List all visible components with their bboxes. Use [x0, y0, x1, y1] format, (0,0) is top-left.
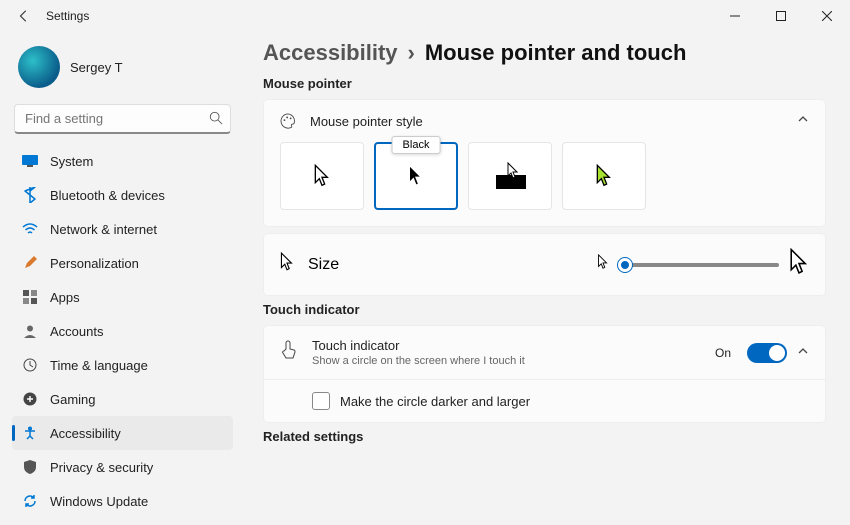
touch-indicator-header[interactable]: Touch indicator Show a circle on the scr… [264, 326, 825, 379]
sidebar-item-gaming[interactable]: Gaming [12, 382, 233, 416]
wifi-icon [22, 221, 38, 237]
title-bar: Settings [0, 0, 850, 32]
sidebar-item-label: Network & internet [50, 222, 157, 237]
user-name: Sergey T [70, 60, 123, 75]
touch-option-checkbox[interactable] [312, 392, 330, 410]
search-input[interactable] [14, 104, 231, 134]
avatar [18, 46, 60, 88]
clock-icon [22, 357, 38, 373]
minimize-button[interactable] [712, 0, 758, 32]
touch-icon [280, 340, 298, 365]
pointer-style-black[interactable]: Black [374, 142, 458, 210]
sidebar-item-apps[interactable]: Apps [12, 280, 233, 314]
breadcrumb-separator: › [408, 40, 415, 66]
sidebar-item-label: Accessibility [50, 426, 121, 441]
maximize-button[interactable] [758, 0, 804, 32]
toggle-state: On [715, 346, 731, 360]
chevron-down-icon [797, 344, 809, 362]
sidebar-item-label: Windows Update [50, 494, 148, 509]
search-icon [209, 111, 223, 130]
sidebar-item-label: Accounts [50, 324, 103, 339]
sidebar-item-label: Privacy & security [50, 460, 153, 475]
accessibility-icon [22, 425, 38, 441]
user-icon [22, 323, 38, 339]
close-button[interactable] [804, 0, 850, 32]
pointer-size-card: Size [263, 233, 826, 296]
pointer-style-white[interactable] [280, 142, 364, 210]
system-icon [22, 153, 38, 169]
apps-icon [22, 289, 38, 305]
profile[interactable]: Sergey T [12, 40, 233, 102]
pointer-style-card: Mouse pointer style Black [263, 99, 826, 227]
window-title: Settings [46, 9, 89, 23]
touch-title: Touch indicator [312, 338, 525, 353]
pointer-style-label: Mouse pointer style [310, 114, 423, 129]
chevron-up-icon [797, 112, 809, 130]
section-touch-indicator: Touch indicator [263, 302, 826, 317]
sidebar-item-accessibility[interactable]: Accessibility [12, 416, 233, 450]
sidebar-item-label: Time & language [50, 358, 148, 373]
pointer-style-inverted[interactable] [468, 142, 552, 210]
sidebar: Sergey T System Bluetooth & devices Netw… [0, 32, 245, 525]
touch-indicator-card: Touch indicator Show a circle on the scr… [263, 325, 826, 423]
sidebar-item-privacy[interactable]: Privacy & security [12, 450, 233, 484]
section-related: Related settings [263, 429, 826, 444]
sidebar-item-label: System [50, 154, 93, 169]
brush-icon [22, 255, 38, 271]
sidebar-item-label: Gaming [50, 392, 96, 407]
window-controls [712, 0, 850, 32]
size-slider[interactable] [619, 263, 779, 267]
section-mouse-pointer: Mouse pointer [263, 76, 826, 91]
touch-toggle[interactable] [747, 343, 787, 363]
size-label: Size [308, 256, 339, 274]
content-area: Accessibility › Mouse pointer and touch … [245, 32, 850, 525]
breadcrumb: Accessibility › Mouse pointer and touch [263, 40, 826, 66]
bluetooth-icon [22, 187, 38, 203]
sidebar-item-time[interactable]: Time & language [12, 348, 233, 382]
back-button[interactable] [14, 6, 34, 26]
cursor-large-icon [789, 248, 809, 281]
pointer-style-header[interactable]: Mouse pointer style [264, 100, 825, 142]
gaming-icon [22, 391, 38, 407]
page-title: Mouse pointer and touch [425, 40, 687, 66]
cursor-icon [280, 252, 294, 277]
tooltip: Black [392, 136, 441, 154]
touch-subtitle: Show a circle on the screen where I touc… [312, 355, 525, 367]
sidebar-item-label: Bluetooth & devices [50, 188, 165, 203]
pointer-style-custom[interactable] [562, 142, 646, 210]
sidebar-item-network[interactable]: Network & internet [12, 212, 233, 246]
slider-thumb[interactable] [618, 258, 632, 272]
sidebar-item-accounts[interactable]: Accounts [12, 314, 233, 348]
sidebar-item-bluetooth[interactable]: Bluetooth & devices [12, 178, 233, 212]
sidebar-item-label: Personalization [50, 256, 139, 271]
sidebar-item-system[interactable]: System [12, 144, 233, 178]
cursor-small-icon [597, 254, 609, 275]
sidebar-item-label: Apps [50, 290, 80, 305]
touch-option-label: Make the circle darker and larger [340, 394, 530, 409]
update-icon [22, 493, 38, 509]
touch-option-row[interactable]: Make the circle darker and larger [264, 379, 825, 422]
sidebar-item-personalization[interactable]: Personalization [12, 246, 233, 280]
breadcrumb-category[interactable]: Accessibility [263, 40, 398, 66]
shield-icon [22, 459, 38, 475]
palette-icon [280, 113, 296, 129]
sidebar-item-update[interactable]: Windows Update [12, 484, 233, 518]
